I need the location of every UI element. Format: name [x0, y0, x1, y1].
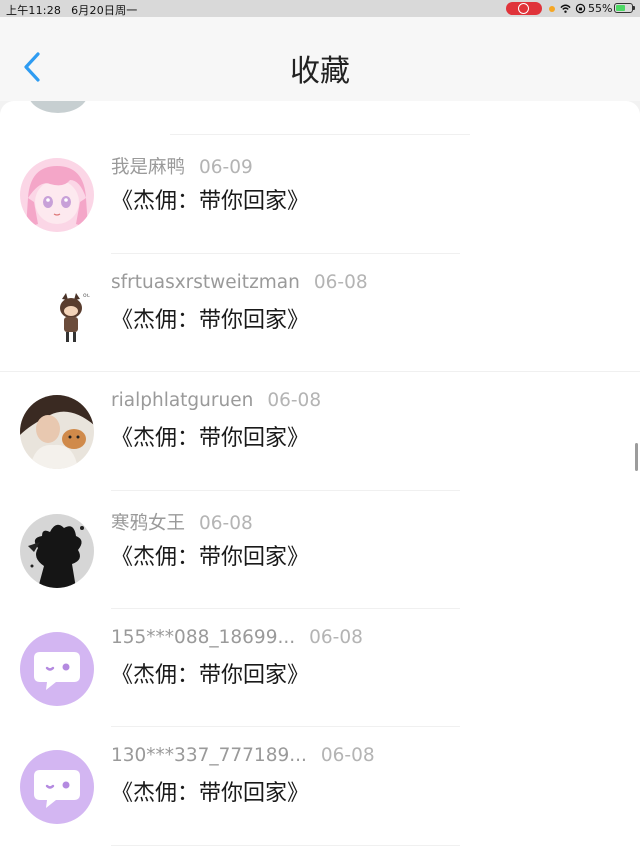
mic-indicator-icon	[549, 6, 555, 12]
avatar	[20, 750, 94, 824]
divider	[111, 726, 460, 727]
list-item[interactable]: 130***337_777189... 06-08 《杰佣：带你回家》	[0, 731, 640, 849]
avatar	[28, 101, 88, 113]
battery-percent: 55%	[588, 2, 613, 15]
status-bar: 上午11:28 6月20日周一 55%	[0, 0, 640, 17]
avatar: oo	[20, 277, 94, 351]
list-item[interactable]: 155***088_18699... 06-08 《杰佣：带你回家》	[0, 613, 640, 731]
status-time: 上午11:28	[6, 4, 62, 17]
chibi-character-avatar-icon: oo	[20, 277, 94, 351]
battery-icon	[614, 3, 635, 13]
item-meta: 我是麻鸭 06-09	[111, 153, 253, 179]
item-username: 130***337_777189...	[111, 745, 307, 766]
item-username: rialphlatguruen	[111, 390, 254, 411]
avatar	[20, 632, 94, 706]
item-meta: rialphlatguruen 06-08	[111, 390, 321, 411]
item-username: 我是麻鸭	[111, 157, 186, 178]
item-title: 《杰佣：带你回家》	[111, 426, 310, 451]
avatar	[20, 158, 94, 232]
item-date: 06-08	[313, 272, 368, 293]
item-title: 《杰佣：带你回家》	[111, 781, 310, 806]
item-title: 《杰佣：带你回家》	[111, 308, 310, 333]
item-username: sfrtuasxrstweitzman	[111, 272, 300, 293]
item-meta: 寒鸦女王 06-08	[111, 509, 253, 535]
wifi-icon	[560, 4, 571, 13]
item-date: 06-09	[199, 157, 253, 178]
status-time-date: 上午11:28 6月20日周一	[6, 2, 138, 18]
anime-girl-avatar-icon	[20, 158, 94, 232]
item-meta: 155***088_18699... 06-08	[111, 627, 363, 648]
avatar	[20, 395, 94, 469]
item-date: 06-08	[267, 390, 322, 411]
orientation-lock-icon	[575, 3, 586, 14]
status-date: 6月20日周一	[71, 4, 138, 17]
list-item[interactable]: oo sfrtuasxrstweitzman 06-08 《杰佣：带你回家》	[0, 258, 640, 376]
item-date: 06-08	[199, 513, 253, 534]
item-title: 《杰佣：带你回家》	[111, 189, 310, 214]
default-chat-avatar-icon	[20, 750, 94, 824]
divider	[170, 134, 470, 135]
divider	[111, 608, 460, 609]
item-title: 《杰佣：带你回家》	[111, 545, 310, 570]
page-title: 收藏	[290, 54, 350, 89]
favorites-list[interactable]: 我是麻鸭 06-09 《杰佣：带你回家》 oo sfrtuasxrstweitzm…	[0, 101, 640, 853]
item-username: 寒鸦女王	[111, 513, 186, 534]
screen-record-icon	[506, 2, 542, 15]
list-item[interactable]: 寒鸦女王 06-08 《杰佣：带你回家》	[0, 495, 640, 613]
divider	[0, 371, 640, 372]
navigation-bar: 收藏	[0, 17, 640, 101]
item-date: 06-08	[309, 627, 363, 648]
svg-text:oo: oo	[83, 292, 91, 299]
item-title: 《杰佣：带你回家》	[111, 663, 310, 688]
item-username: 155***088_18699...	[111, 627, 296, 648]
divider	[111, 253, 460, 254]
default-chat-avatar-icon	[20, 632, 94, 706]
divider	[111, 845, 460, 846]
item-date: 06-08	[320, 745, 375, 766]
list-item[interactable]: rialphlatguruen 06-08 《杰佣：带你回家》	[0, 376, 640, 494]
photo-avatar-icon	[20, 395, 94, 469]
silhouette-avatar-icon	[20, 514, 94, 588]
item-meta: sfrtuasxrstweitzman 06-08	[111, 272, 368, 293]
list-item[interactable]: 我是麻鸭 06-09 《杰佣：带你回家》	[0, 139, 640, 257]
item-meta: 130***337_777189... 06-08	[111, 745, 375, 766]
divider	[111, 490, 460, 491]
avatar	[20, 514, 94, 588]
scrollbar[interactable]	[635, 443, 638, 471]
